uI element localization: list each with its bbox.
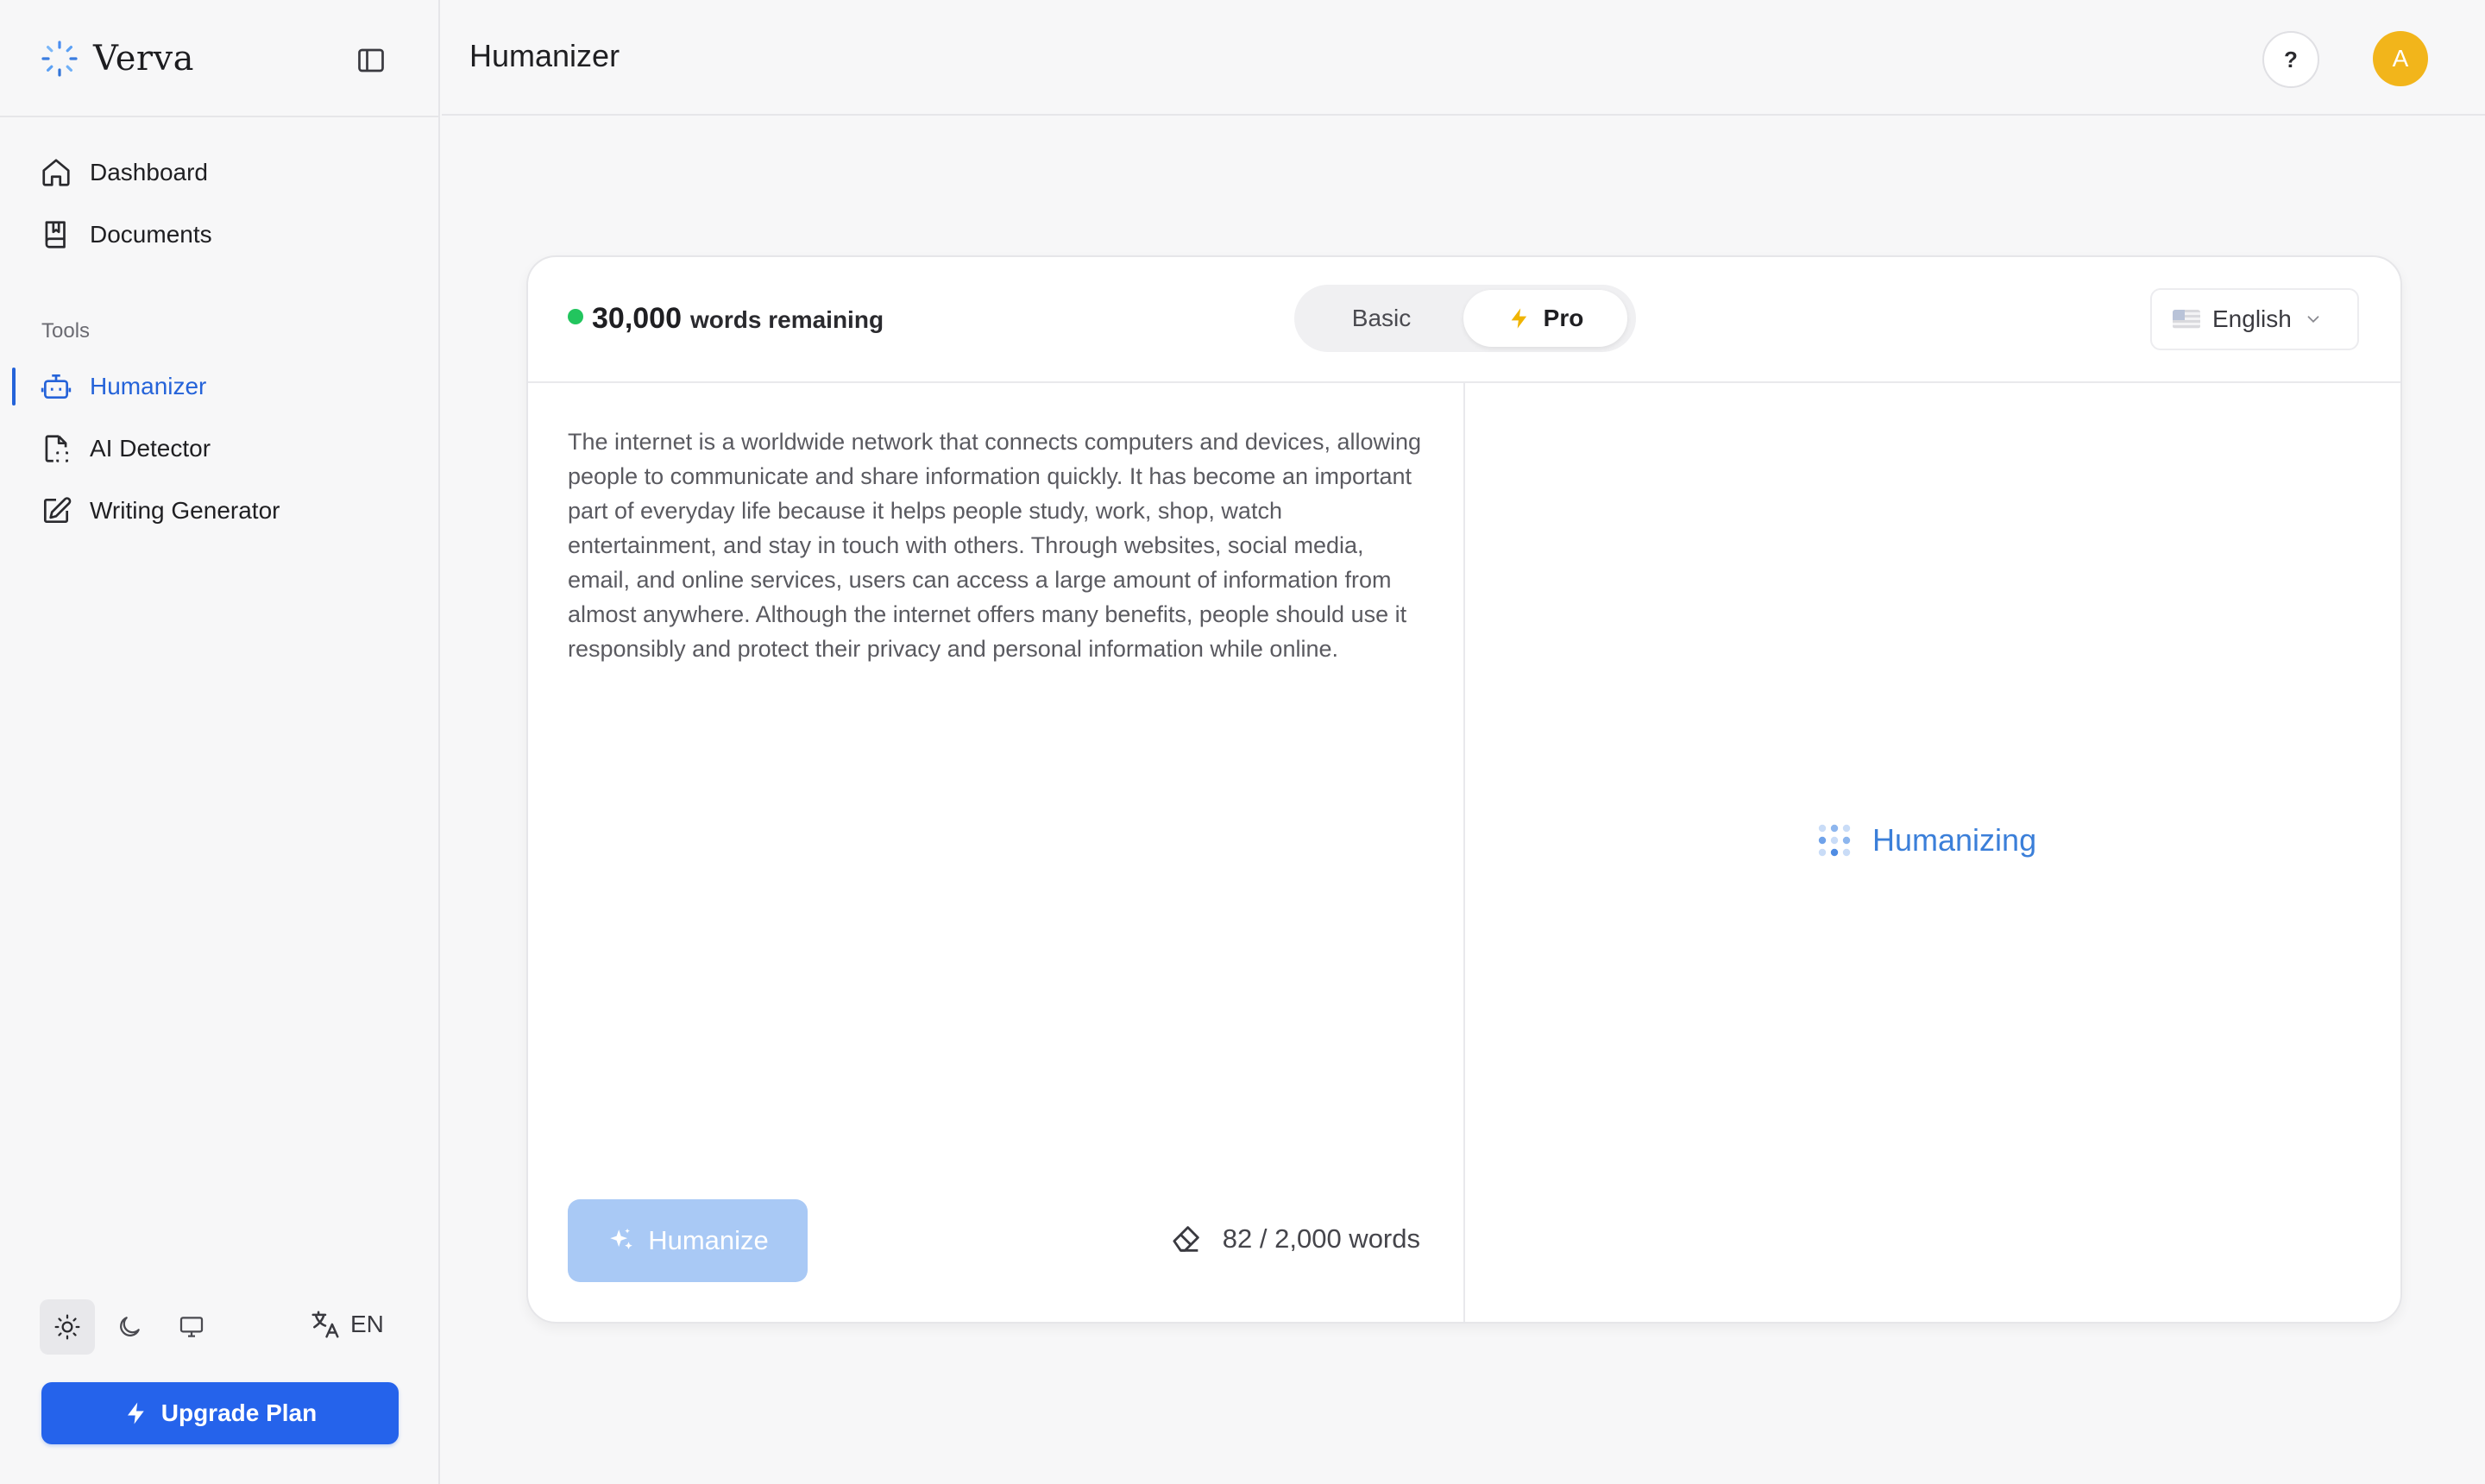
loading-dots-icon [1818, 824, 1851, 857]
help-button[interactable]: ? [2262, 31, 2319, 88]
sidebar-item-label: Dashboard [90, 159, 208, 186]
edit-icon [43, 497, 72, 524]
top-header: Humanizer ? A [442, 0, 2485, 116]
upgrade-plan-label: Upgrade Plan [160, 1399, 318, 1426]
output-language-value: English [2212, 305, 2292, 332]
sidebar: Verva Dashboard Documents Tools Humanize… [0, 0, 440, 1484]
words-remaining: 30,000 words remaining [568, 302, 884, 336]
file-scan-icon [45, 435, 69, 462]
book-icon [45, 221, 66, 248]
moon-icon [120, 1317, 140, 1336]
eraser-icon [1173, 1226, 1199, 1252]
status-text: Humanizing [1872, 822, 2037, 858]
tools-section-label: Tools [41, 319, 91, 343]
mode-label: Basic [1351, 305, 1412, 331]
sidebar-item-dashboard[interactable]: Dashboard [40, 150, 208, 195]
sidebar-item-label: Humanizer [90, 373, 207, 399]
words-remaining-count: 30,000 [592, 302, 682, 335]
status-dot [568, 309, 583, 324]
sidebar-item-label: AI Detector [90, 435, 211, 462]
pane-divider [1463, 383, 1465, 1322]
app-name: Verva [93, 39, 194, 79]
input-text-area[interactable]: The internet is a worldwide network that… [568, 424, 1422, 666]
mode-label: Pro [1543, 305, 1584, 331]
brand[interactable]: Verva [40, 35, 194, 83]
interface-language-code: EN [350, 1311, 384, 1337]
words-remaining-label: words remaining [690, 306, 884, 333]
bolt-icon [127, 1402, 144, 1424]
sidebar-item-humanizer[interactable]: Humanizer [40, 364, 206, 409]
verva-logo-icon [41, 41, 78, 77]
interface-language-switch[interactable]: EN [309, 1308, 384, 1341]
clear-text-button[interactable] [1167, 1220, 1205, 1258]
sidebar-toggle-button[interactable] [350, 40, 392, 81]
sparkles-icon [610, 1228, 632, 1249]
sidebar-item-writing-generator[interactable]: Writing Generator [40, 488, 280, 533]
mode-toggle: Basic Pro [1294, 285, 1636, 352]
sidebar-item-label: Writing Generator [90, 497, 280, 524]
page-title: Humanizer [469, 38, 620, 73]
mode-basic-button[interactable]: Basic [1299, 290, 1463, 347]
robot-icon [41, 374, 72, 399]
active-indicator [12, 368, 16, 406]
sun-icon [54, 1314, 80, 1340]
humanizing-status: Humanizing [1815, 821, 2036, 859]
sidebar-divider [0, 116, 440, 117]
humanizer-card: 30,000 words remaining Basic Pro English… [526, 255, 2402, 1324]
sidebar-item-label: Documents [90, 221, 212, 248]
word-counter: 82 / 2,000 words [1167, 1220, 1420, 1258]
sidebar-item-ai-detector[interactable]: AI Detector [40, 426, 211, 471]
monitor-icon [179, 1317, 204, 1337]
theme-system-button[interactable] [164, 1299, 219, 1355]
chevron-down-icon [2307, 316, 2319, 324]
bolt-icon [1511, 308, 1526, 329]
us-flag-icon [2173, 310, 2200, 329]
sidebar-panel-icon [358, 48, 384, 72]
theme-dark-button[interactable] [102, 1299, 157, 1355]
sidebar-item-documents[interactable]: Documents [40, 212, 212, 257]
output-language-select[interactable]: English [2150, 288, 2359, 350]
avatar[interactable]: A [2373, 31, 2428, 86]
home-icon [42, 159, 70, 186]
mode-pro-button[interactable]: Pro [1463, 290, 1627, 347]
humanize-label: Humanize [648, 1225, 769, 1255]
upgrade-plan-button[interactable]: Upgrade Plan [41, 1382, 399, 1444]
card-toolbar: 30,000 words remaining Basic Pro English [528, 257, 2400, 383]
humanize-button[interactable]: Humanize [568, 1199, 808, 1282]
theme-light-button[interactable] [40, 1299, 95, 1355]
theme-switcher [40, 1299, 219, 1355]
word-count-text: 82 / 2,000 words [1222, 1223, 1420, 1254]
translate-icon [311, 1311, 339, 1338]
